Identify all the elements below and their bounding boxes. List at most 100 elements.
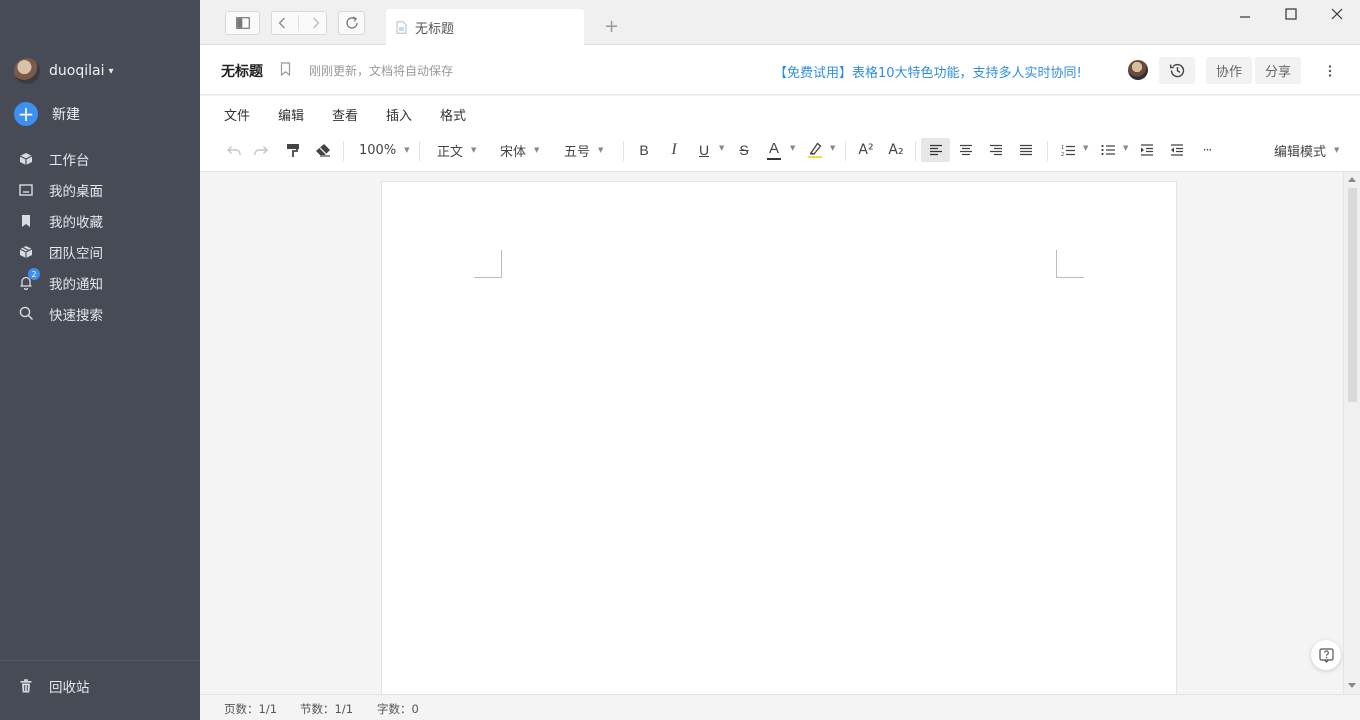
sidebar-item-workbench[interactable]: 工作台 (0, 143, 200, 174)
zoom-dropdown[interactable]: 100% ▼ (359, 138, 410, 162)
word-count: 字数：0 (377, 702, 419, 716)
history-nav (271, 11, 327, 35)
refresh-button[interactable] (338, 11, 365, 35)
highlight-button[interactable] (804, 138, 826, 162)
font-size-dropdown[interactable]: 五号 ▼ (564, 138, 612, 162)
toolbar-separator (419, 141, 420, 161)
margin-corner-top-left (474, 250, 502, 278)
underline-options-caret[interactable]: ▼ (719, 144, 724, 152)
clear-format-button[interactable] (312, 138, 334, 162)
font-color-button[interactable]: A (764, 138, 784, 162)
forward-button[interactable] (312, 17, 320, 29)
bullet-list-caret[interactable]: ▼ (1123, 144, 1128, 152)
numbered-list-caret[interactable]: ▼ (1083, 144, 1088, 152)
edit-mode-dropdown[interactable]: 编辑模式 ▼ (1274, 138, 1344, 162)
document-page[interactable] (381, 181, 1177, 694)
bullet-list-icon (1100, 144, 1115, 156)
tab-document[interactable]: 无标题 (386, 9, 584, 45)
redo-button[interactable] (250, 138, 272, 162)
package-icon (18, 244, 34, 260)
help-button[interactable] (1311, 640, 1341, 670)
superscript-button[interactable]: A² (855, 138, 877, 162)
font-color-caret[interactable]: ▼ (790, 144, 795, 152)
font-size-value: 五号 (564, 144, 591, 160)
highlight-caret[interactable]: ▼ (830, 144, 835, 152)
align-center-button[interactable] (955, 138, 977, 162)
sidebar-item-notifications[interactable]: 2 我的通知 (0, 267, 200, 298)
maximize-icon (1285, 8, 1297, 20)
subscript-button[interactable]: A₂ (885, 138, 907, 162)
numbered-list-icon: 12 (1061, 145, 1075, 157)
new-tab-button[interactable]: + (604, 16, 619, 37)
document-canvas (200, 172, 1343, 694)
document-title[interactable]: 无标题 (221, 61, 263, 81)
sidebar-item-desktop[interactable]: 我的桌面 (0, 174, 200, 205)
strikethrough-button[interactable]: S (734, 138, 754, 162)
bullet-list-button[interactable] (1097, 138, 1119, 162)
indent-decrease-button[interactable] (1166, 138, 1188, 162)
align-left-icon (929, 144, 942, 156)
undo-button[interactable] (222, 138, 244, 162)
back-button[interactable] (278, 17, 286, 29)
scroll-thumb[interactable] (1348, 188, 1357, 402)
underline-button[interactable]: U (694, 138, 714, 162)
maximize-button[interactable] (1276, 4, 1306, 24)
sidebar-item-quick-search[interactable]: 快速搜索 (0, 298, 200, 329)
bold-button[interactable]: B (634, 138, 654, 162)
caret-down-icon: ▼ (471, 146, 477, 154)
sidebar: duoqilai ▾ + 新建 工作台 我的桌面 我的收藏 团队空间 2 我的通… (0, 0, 200, 720)
toolbar-separator (343, 141, 344, 161)
history-icon (1169, 63, 1184, 78)
new-button[interactable]: + 新建 (14, 102, 80, 126)
more-vertical-icon (1328, 64, 1332, 77)
menu-file[interactable]: 文件 (224, 105, 250, 124)
sidebar-item-team-space[interactable]: 团队空间 (0, 236, 200, 267)
sidebar-item-label: 我的收藏 (49, 214, 103, 231)
format-painter-button[interactable] (282, 138, 304, 162)
avatar (14, 58, 40, 84)
sidebar-item-trash[interactable]: 回收站 (0, 671, 200, 701)
justify-icon (1020, 144, 1032, 156)
more-menu-button[interactable] (1316, 57, 1344, 84)
document-icon (396, 20, 407, 34)
menu-view[interactable]: 查看 (332, 105, 358, 124)
paragraph-style-dropdown[interactable]: 正文 ▼ (437, 138, 483, 162)
more-tools-button[interactable]: ··· (1196, 138, 1218, 162)
sidebar-item-favorites[interactable]: 我的收藏 (0, 205, 200, 236)
align-left-button[interactable] (921, 138, 950, 162)
new-label: 新建 (52, 107, 80, 123)
vertical-scrollbar[interactable] (1343, 172, 1360, 694)
font-family-dropdown[interactable]: 宋体 ▼ (500, 138, 546, 162)
collaborate-button[interactable]: 协作 (1206, 57, 1252, 84)
italic-button[interactable]: I (664, 138, 684, 162)
paragraph-style-value: 正文 (437, 144, 464, 160)
menu-format[interactable]: 格式 (440, 105, 466, 124)
trash-label: 回收站 (49, 680, 90, 696)
menu-edit[interactable]: 编辑 (278, 105, 304, 124)
font-color-letter: A (768, 139, 779, 157)
close-button[interactable] (1322, 4, 1352, 24)
bookmark-button[interactable] (280, 62, 291, 76)
indent-increase-button[interactable] (1136, 138, 1158, 162)
align-right-button[interactable] (985, 138, 1007, 162)
user-menu[interactable]: duoqilai ▾ (14, 58, 114, 84)
caret-down-icon: ▾ (108, 65, 114, 77)
scroll-down-icon[interactable] (1348, 683, 1356, 688)
share-button[interactable]: 分享 (1255, 57, 1301, 84)
status-bar: 页数：1/1 节数：1/1 字数：0 (200, 694, 1360, 720)
layout-icon (235, 17, 250, 29)
svg-text:2: 2 (1061, 152, 1064, 157)
caret-down-icon: ▼ (534, 146, 540, 154)
scroll-up-icon[interactable] (1348, 177, 1356, 182)
menu-insert[interactable]: 插入 (386, 105, 412, 124)
numbered-list-button[interactable]: 12 (1057, 138, 1079, 162)
minimize-button[interactable] (1230, 4, 1260, 24)
history-button[interactable] (1159, 57, 1195, 84)
menu-bar: 文件 编辑 查看 插入 格式 (200, 96, 1360, 129)
collaborator-avatar[interactable] (1128, 60, 1148, 80)
toggle-sidebar-button[interactable] (225, 11, 260, 35)
promo-link[interactable]: 【免费试用】表格10大特色功能，支持多人实时协同! (774, 62, 1082, 81)
bookmark-icon (18, 213, 34, 229)
justify-button[interactable] (1015, 138, 1037, 162)
close-icon (1331, 8, 1343, 20)
